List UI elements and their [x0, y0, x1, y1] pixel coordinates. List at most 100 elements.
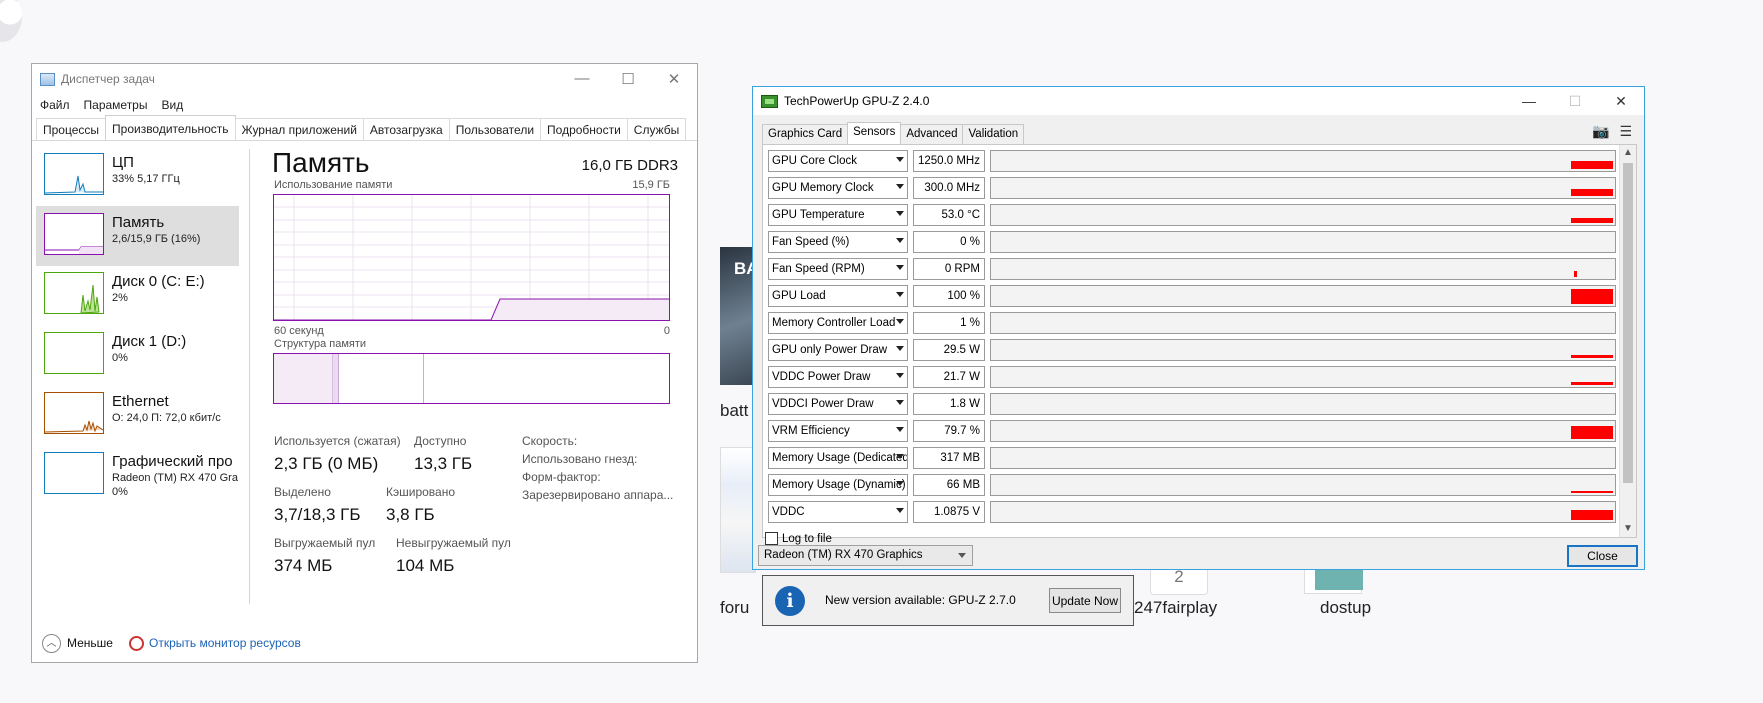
sensor-name-dropdown[interactable]: VDDC Power Draw: [768, 366, 908, 388]
sensor-name-dropdown[interactable]: GPU Core Clock: [768, 150, 908, 172]
sensor-graph: [990, 285, 1616, 307]
sensor-name-dropdown[interactable]: Fan Speed (RPM): [768, 258, 908, 280]
sensor-name-dropdown[interactable]: GPU Memory Clock: [768, 177, 908, 199]
sensor-graph-bar: [1571, 355, 1613, 358]
available-value: 13,3 ГБ: [414, 454, 473, 473]
desktop-tile-dostup[interactable]: [1304, 568, 1363, 594]
close-icon[interactable]: ✕: [651, 70, 697, 88]
form-factor-label: Форм-фактор:: [522, 470, 601, 484]
hamburger-menu-icon[interactable]: ☰: [1619, 123, 1632, 140]
sidebar-item-gpu[interactable]: Графический про Radeon (TM) RX 470 Gra 0…: [36, 445, 239, 505]
scroll-thumb[interactable]: [1623, 163, 1633, 483]
scroll-up-icon[interactable]: ▲: [1620, 145, 1636, 161]
update-now-button[interactable]: Update Now: [1049, 588, 1121, 613]
sensor-value: 0 RPM: [913, 258, 985, 280]
camera-icon[interactable]: 📷: [1592, 123, 1609, 140]
log-to-file[interactable]: Log to file: [765, 532, 832, 545]
sensor-name: GPU Temperature: [772, 209, 865, 221]
sensor-name-dropdown[interactable]: VRM Efficiency: [768, 420, 908, 442]
in-use-label: Используется (сжатая): [274, 434, 401, 448]
device-select[interactable]: Radeon (TM) RX 470 Graphics: [758, 545, 973, 566]
desktop-label-batt[interactable]: batt: [720, 401, 748, 421]
sensors-panel: GPU Core Clock 1250.0 MHz GPU Memory Clock…: [762, 144, 1637, 538]
gpuz-titlebar[interactable]: TechPowerUp GPU-Z 2.4.0 — ☐ ✕: [753, 87, 1644, 115]
close-icon[interactable]: ✕: [1598, 93, 1644, 110]
sidebar-item-cpu[interactable]: ЦП 33% 5,17 ГГц: [36, 146, 239, 206]
structure-standby: [339, 354, 424, 403]
sensor-name: VDDCI Power Draw: [772, 398, 874, 410]
sensor-name-dropdown[interactable]: VDDC: [768, 501, 908, 523]
sensor-name-dropdown[interactable]: Memory Usage (Dedicated): [768, 447, 908, 469]
sensor-name-dropdown[interactable]: GPU only Power Draw: [768, 339, 908, 361]
speed-label: Скорость:: [522, 434, 578, 448]
desktop-label-foru[interactable]: foru: [720, 598, 749, 618]
sensor-graph: [990, 447, 1616, 469]
sensor-graph: [990, 312, 1616, 334]
sidebar-item-ethernet[interactable]: Ethernet О: 24,0 П: 72,0 кбит/с: [36, 385, 239, 445]
minimize-icon[interactable]: —: [559, 70, 605, 88]
tm-titlebar[interactable]: Диспетчер задач — ☐ ✕: [32, 64, 697, 94]
sensor-name-dropdown[interactable]: Memory Controller Load: [768, 312, 908, 334]
minimize-icon[interactable]: —: [1506, 93, 1552, 110]
sidebar-item-disk1[interactable]: Диск 1 (D:) 0%: [36, 325, 239, 385]
sensor-value: 21.7 W: [913, 366, 985, 388]
tab-app-history[interactable]: Журнал приложений: [234, 118, 364, 140]
sensor-name-dropdown[interactable]: Memory Usage (Dynamic): [768, 474, 908, 496]
memory-structure-bar: [273, 353, 670, 404]
sidebar-item-sub: О: 24,0 П: 72,0 кбит/с: [112, 412, 221, 424]
sensor-name-dropdown[interactable]: Fan Speed (%): [768, 231, 908, 253]
menu-options[interactable]: Параметры: [84, 98, 148, 112]
chevron-down-icon: [896, 265, 904, 270]
sensor-name-dropdown[interactable]: GPU Load: [768, 285, 908, 307]
ethernet-thumbnail: [44, 392, 104, 434]
in-use-value: 2,3 ГБ (0 МБ): [274, 454, 379, 473]
sensor-row: Memory Usage (Dedicated) 317 MB: [768, 447, 1616, 469]
tab-details[interactable]: Подробности: [540, 118, 628, 140]
sidebar-item-memory[interactable]: Память 2,6/15,9 ГБ (16%): [36, 206, 239, 266]
scroll-down-icon[interactable]: ▼: [1620, 521, 1636, 537]
sensor-name: GPU Memory Clock: [772, 182, 874, 194]
tab-processes[interactable]: Процессы: [36, 118, 107, 140]
sensors-scrollbar[interactable]: ▲ ▼: [1619, 145, 1636, 537]
sensor-row: GPU Memory Clock 300.0 MHz: [768, 177, 1616, 199]
sensor-graph-bar: [1574, 271, 1577, 277]
tab-users[interactable]: Пользователи: [448, 118, 542, 140]
sensor-value: 1.0875 V: [913, 501, 985, 523]
resource-monitor-icon[interactable]: [128, 635, 144, 651]
tab-startup[interactable]: Автозагрузка: [362, 118, 450, 140]
menu-view[interactable]: Вид: [161, 98, 183, 112]
tab-sensors[interactable]: Sensors: [847, 122, 902, 144]
desktop-label-247fairplay[interactable]: 247fairplay: [1134, 598, 1217, 618]
committed-label: Выделено: [274, 485, 331, 499]
sensor-value: 29.5 W: [913, 339, 985, 361]
available-label: Доступно: [414, 434, 467, 448]
sidebar-item-disk0[interactable]: Диск 0 (C: E:) 2%: [36, 265, 239, 325]
log-to-file-checkbox[interactable]: [765, 532, 778, 545]
fewer-details-button[interactable]: Меньше: [67, 636, 113, 650]
tab-performance[interactable]: Производительность: [105, 115, 236, 140]
sensor-graph-bar: [1571, 510, 1613, 520]
desktop-tile-forum[interactable]: [720, 447, 756, 573]
sidebar-item-label: Диск 0 (C: E:): [112, 273, 205, 290]
tab-graphics-card[interactable]: Graphics Card: [762, 124, 849, 144]
tab-advanced[interactable]: Advanced: [900, 124, 964, 144]
sensor-name-dropdown[interactable]: GPU Temperature: [768, 204, 908, 226]
sensor-name-dropdown[interactable]: VDDCI Power Draw: [768, 393, 908, 415]
tab-validation[interactable]: Validation: [962, 124, 1025, 144]
maximize-icon: ☐: [1568, 92, 1582, 109]
maximize-icon[interactable]: ☐: [605, 70, 651, 88]
desktop-label-dostup[interactable]: dostup: [1320, 598, 1371, 618]
tm-footer: ︿ Меньше Открыть монитор ресурсов: [32, 624, 697, 662]
open-resource-monitor-link[interactable]: Открыть монитор ресурсов: [149, 636, 301, 650]
sensor-name: GPU only Power Draw: [772, 344, 888, 356]
memory-usage-graph: [273, 194, 670, 321]
chevron-up-icon[interactable]: ︿: [42, 633, 61, 653]
task-manager-window: Диспетчер задач — ☐ ✕ Файл Параметры Вид…: [31, 63, 698, 663]
sidebar-item-label: Графический про: [112, 453, 233, 470]
sensor-name: VRM Efficiency: [772, 425, 850, 437]
sensor-graph: [990, 177, 1616, 199]
menu-file[interactable]: Файл: [40, 98, 70, 112]
close-button[interactable]: Close: [1567, 545, 1638, 567]
desktop-tile-game[interactable]: BA: [720, 247, 759, 385]
tab-services[interactable]: Службы: [626, 118, 687, 140]
